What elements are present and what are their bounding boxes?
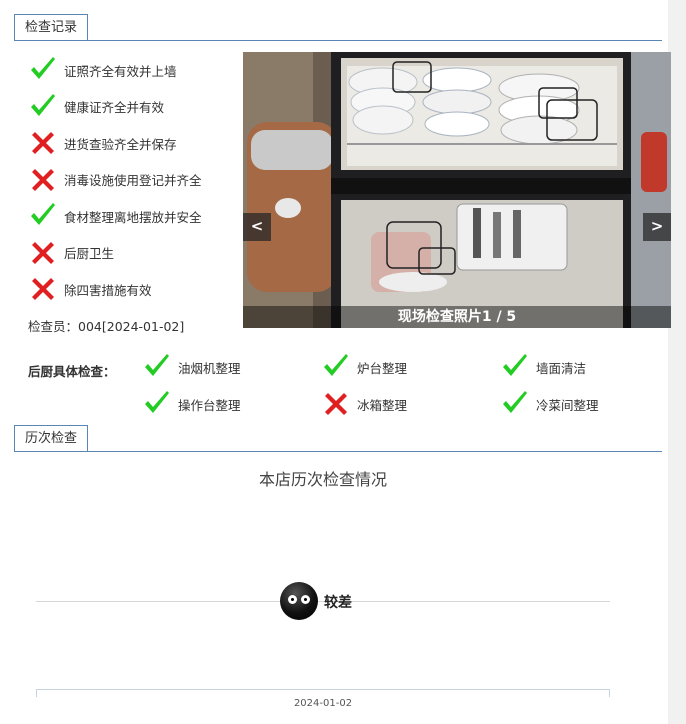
check-item-label: 食材整理离地摆放并安全 — [64, 209, 202, 225]
section-tab-history: 历次检查 — [14, 425, 89, 452]
check-item: 除四害措施有效 — [28, 271, 233, 308]
check-item: 健康证齐全并有效 — [28, 89, 233, 126]
check-item-label: 后厨卫生 — [64, 246, 115, 262]
cross-icon — [28, 238, 58, 268]
checkmark-icon — [500, 352, 530, 382]
history-chart: 较差 2024-01-02 — [36, 560, 610, 710]
check-item: 消毒设施使用登记并齐全 — [28, 162, 233, 199]
check-item-label: 进货查验齐全并保存 — [64, 136, 177, 152]
kitchen-check-label: 后厨具体检查： — [28, 364, 116, 379]
x-axis — [36, 689, 610, 690]
eye-icon — [301, 595, 310, 604]
kitchen-check-label-text: 炉台整理 — [357, 360, 408, 376]
checkmark-icon — [142, 352, 172, 382]
photo-caption: 现场检查照片1 / 5 — [243, 306, 671, 328]
cross-icon — [28, 165, 58, 195]
checklist: 证照齐全有效并上墙 健康证齐全并有效 进货查验齐全并保存 消毒设施使用登记并齐全… — [28, 52, 233, 308]
checkmark-icon — [142, 389, 172, 419]
inspector-info: 检查员：004[2024-01-02] — [28, 319, 185, 334]
history-title: 本店历次检查情况 — [258, 470, 387, 489]
kitchen-check-label-text: 油烟机整理 — [178, 360, 241, 376]
x-axis-tick — [609, 689, 610, 697]
kitchen-check-item: 冰箱整理 — [321, 389, 407, 419]
x-axis-date-label: 2024-01-02 — [293, 698, 353, 709]
checkmark-icon — [28, 201, 58, 231]
poor-rating-face-icon — [280, 582, 318, 620]
photo-carousel[interactable]: < > 现场检查照片1 / 5 — [243, 52, 671, 328]
kitchen-check-item: 墙面清洁 — [500, 352, 586, 382]
eye-icon — [288, 595, 297, 604]
cross-icon — [28, 128, 58, 158]
check-item: 后厨卫生 — [28, 235, 233, 272]
check-item: 证照齐全有效并上墙 — [28, 52, 233, 89]
check-item-label: 除四害措施有效 — [64, 282, 152, 298]
kitchen-check-label-text: 操作台整理 — [178, 397, 241, 413]
checkmark-icon — [28, 55, 58, 85]
rating-level-label: 较差 — [324, 595, 352, 611]
cross-icon — [321, 389, 351, 419]
kitchen-check-item: 油烟机整理 — [142, 352, 241, 382]
check-item: 食材整理离地摆放并安全 — [28, 198, 233, 235]
next-photo-button[interactable]: > — [643, 213, 671, 241]
kitchen-check-item: 操作台整理 — [142, 389, 241, 419]
section-tab-inspection-record: 检查记录 — [14, 14, 89, 41]
section-divider — [14, 40, 662, 41]
section-divider — [14, 451, 662, 452]
level-line — [36, 601, 610, 602]
check-item: 进货查验齐全并保存 — [28, 125, 233, 162]
kitchen-check-item: 炉台整理 — [321, 352, 407, 382]
inspection-photo — [243, 52, 671, 328]
kitchen-check-label-text: 冰箱整理 — [357, 397, 408, 413]
checkmark-icon — [321, 352, 351, 382]
page: 检查记录 证照齐全有效并上墙 健康证齐全并有效 进货查验齐全并保存 消毒设施使用… — [0, 0, 686, 724]
checkmark-icon — [28, 92, 58, 122]
check-item-label: 证照齐全有效并上墙 — [64, 63, 177, 79]
checkmark-icon — [500, 389, 530, 419]
kitchen-check-item: 冷菜间整理 — [500, 389, 599, 419]
check-item-label: 消毒设施使用登记并齐全 — [64, 173, 202, 189]
prev-photo-button[interactable]: < — [243, 213, 271, 241]
kitchen-check-label-text: 墙面清洁 — [536, 360, 587, 376]
check-item-label: 健康证齐全并有效 — [64, 100, 165, 116]
kitchen-check-label-text: 冷菜间整理 — [536, 397, 599, 413]
x-axis-tick — [36, 689, 37, 697]
cross-icon — [28, 274, 58, 304]
